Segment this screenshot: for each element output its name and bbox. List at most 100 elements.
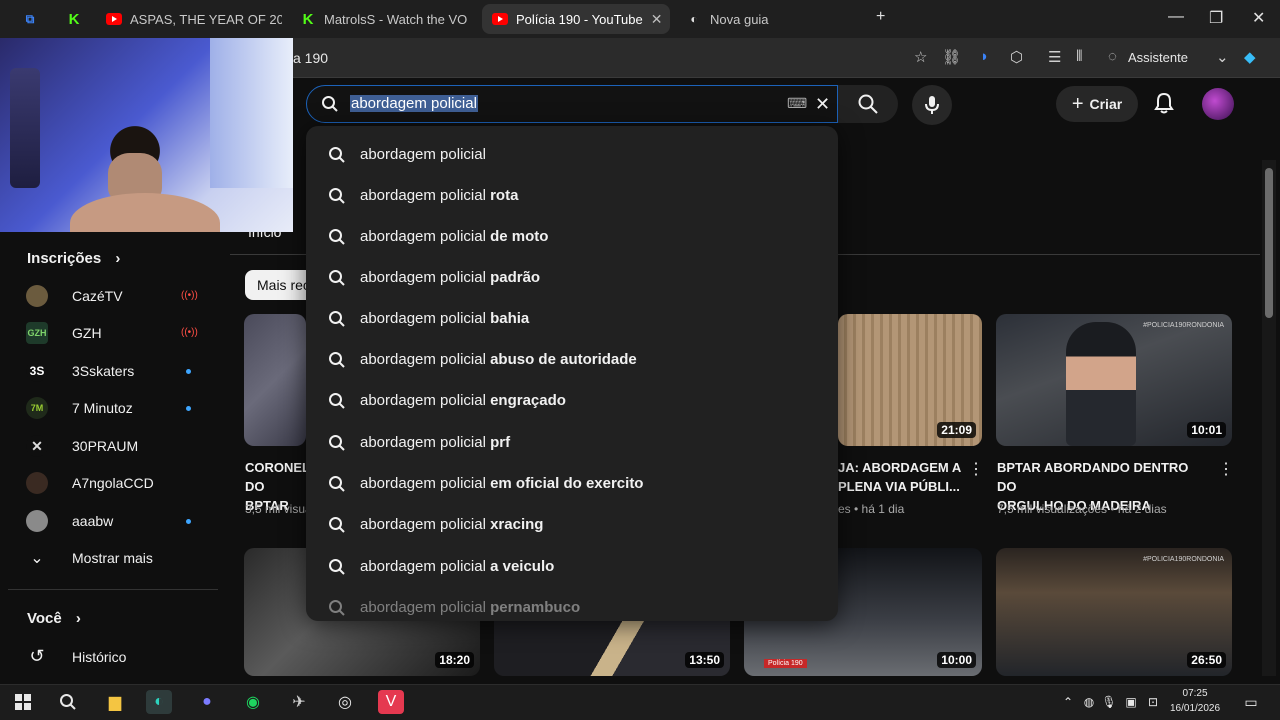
tab-kick-pinned[interactable]: K xyxy=(56,4,92,34)
audio-wave-icon[interactable]: ⦀ xyxy=(1076,48,1083,65)
new-tab-icon[interactable]: + xyxy=(876,8,885,26)
clear-search-icon[interactable]: ✕ xyxy=(815,94,830,115)
favorite-star-icon[interactable]: ☆ xyxy=(914,48,927,66)
close-window-icon[interactable]: ✕ xyxy=(1252,8,1265,28)
suggestion-completion: de moto xyxy=(485,228,549,245)
sidebar-item-3sskaters[interactable]: 3S 3Sskaters xyxy=(26,360,134,382)
taskbar-search-icon[interactable] xyxy=(55,690,81,714)
suggestion-item[interactable]: abordagem policial rota xyxy=(306,175,838,216)
restore-icon[interactable]: ❐ xyxy=(1209,8,1223,28)
discord-icon[interactable]: ● xyxy=(194,690,220,714)
close-tab-icon[interactable]: ✕ xyxy=(651,11,663,28)
suggestion-completion: a veiculo xyxy=(485,558,555,575)
spotify-icon[interactable]: ◉ xyxy=(240,690,266,714)
create-button[interactable]: + Criar xyxy=(1056,86,1138,122)
history-icon: ↺ xyxy=(29,646,45,666)
assistant-button[interactable]: Assistente xyxy=(1128,50,1188,65)
sidebar-item-aaabw[interactable]: aaabw xyxy=(26,510,113,532)
sidebar-subscriptions-header[interactable]: Inscrições › xyxy=(27,250,120,267)
suggestion-item[interactable]: abordagem policial xyxy=(306,134,838,175)
suggestion-query: abordagem policial xyxy=(360,228,486,245)
tab-edge-pinned[interactable]: ⧉ xyxy=(12,4,52,34)
sidebar-item-gzh[interactable]: GZH GZH xyxy=(26,322,102,344)
windows-start-icon[interactable] xyxy=(10,690,36,714)
suggestion-item[interactable]: abordagem policial de moto xyxy=(306,216,838,257)
game-app-icon[interactable]: ✈ xyxy=(286,690,312,714)
sidebar-item-7minutoz[interactable]: 7M 7 Minutoz xyxy=(26,397,133,419)
edge-icon: ⧉ xyxy=(25,11,35,26)
tab-aspas[interactable]: ASPAS, THE YEAR OF 20 xyxy=(96,4,282,34)
clock-date: 16/01/2026 xyxy=(1170,703,1221,714)
network-icon[interactable]: ⊡ xyxy=(1140,690,1166,714)
menu-lines-icon[interactable]: ☰ xyxy=(1048,48,1061,66)
search-button[interactable] xyxy=(838,85,898,123)
channel-name: A7ngolaCCD xyxy=(72,475,154,491)
video-thumbnail[interactable]: #POLICIA190RONDONIA 26:50 xyxy=(996,548,1232,676)
more-options-icon[interactable]: ⋮ xyxy=(968,459,984,479)
obs-icon[interactable]: ◎ xyxy=(332,690,358,714)
subscriptions-label: Inscrições xyxy=(27,250,102,267)
channel-avatar xyxy=(26,285,48,307)
suggestion-item[interactable]: abordagem policial prf xyxy=(306,422,838,463)
read-aloud-icon[interactable]: ◗ xyxy=(980,48,989,65)
live-icon: ((•)) xyxy=(181,290,198,301)
extensions-icon[interactable]: ⬡ xyxy=(1010,48,1023,66)
suggestion-item[interactable]: abordagem policial xracing xyxy=(306,504,838,545)
file-explorer-icon[interactable]: ▆ xyxy=(102,690,128,714)
video-duration: 13:50 xyxy=(685,652,724,668)
suggestion-item[interactable]: abordagem policial abuso de autoridade xyxy=(306,339,838,380)
suggestion-query: abordagem policial xyxy=(360,310,486,327)
tab-nova-guia[interactable]: ◐ Nova guia xyxy=(676,4,862,34)
link-icon[interactable]: ⛓ xyxy=(942,48,961,66)
video-thumbnail[interactable]: 21:09 xyxy=(838,314,982,446)
edge-browser-icon[interactable]: ◐ xyxy=(146,690,172,714)
notifications-icon[interactable]: ▭ xyxy=(1238,690,1264,714)
suggestion-item[interactable]: abordagem policial pernambuco xyxy=(306,587,838,621)
taskbar-clock[interactable]: 07:25 16/01/2026 xyxy=(1170,686,1220,716)
suggestion-query: abordagem policial xyxy=(360,516,486,533)
suggestion-item[interactable]: abordagem policial padrão xyxy=(306,257,838,298)
sidebar-you-header[interactable]: Você › xyxy=(27,610,81,627)
scrollbar-thumb[interactable] xyxy=(1265,168,1273,318)
sidebar-item-30praum[interactable]: ✕ 30PRAUM xyxy=(26,435,138,457)
suggestion-item[interactable]: abordagem policial bahia xyxy=(306,298,838,339)
minimize-icon[interactable]: — xyxy=(1168,8,1184,26)
sidebar-item-cazetv[interactable]: CazéTV xyxy=(26,285,123,307)
search-icon xyxy=(328,269,346,287)
channel-name: 30PRAUM xyxy=(72,438,139,454)
officer-figure xyxy=(1066,322,1136,446)
valorant-icon[interactable]: V xyxy=(378,690,404,714)
video-title[interactable]: JA: ABORDAGEM A PLENA VIA PÚBLI... xyxy=(838,458,968,496)
account-avatar[interactable] xyxy=(1202,88,1234,120)
suggestion-item[interactable]: abordagem policial engraçado xyxy=(306,380,838,421)
sidebar-divider xyxy=(8,589,218,590)
chevron-down-icon[interactable]: ⌄ xyxy=(1216,48,1229,66)
suggestion-query: abordagem policial xyxy=(360,558,486,575)
notifications-bell-icon[interactable] xyxy=(1154,92,1174,114)
address-bar-text[interactable]: a 190 xyxy=(293,50,328,66)
create-label: Criar xyxy=(1089,96,1123,112)
search-suggestions-dropdown: abordagem policial abordagem policial ro… xyxy=(306,126,838,621)
video-thumbnail[interactable] xyxy=(244,314,306,446)
tab-policia-190[interactable]: Polícia 190 - YouTube ✕ xyxy=(482,4,670,34)
assistant-icon: ◌ xyxy=(1108,48,1117,65)
copilot-icon[interactable]: ◆ xyxy=(1244,48,1256,66)
tab-matrolss[interactable]: K MatrolsS - Watch the VO xyxy=(290,4,476,34)
sidebar-item-history[interactable]: ↺ Histórico xyxy=(26,646,126,667)
suggestion-item[interactable]: abordagem policial a veiculo xyxy=(306,546,838,587)
channel-avatar: GZH xyxy=(26,322,48,344)
more-options-icon[interactable]: ⋮ xyxy=(1218,459,1234,479)
sidebar-item-a7ngolaccd[interactable]: A7ngolaCCD xyxy=(26,472,154,494)
video-thumbnail[interactable]: #POLICIA190RONDONIA 10:01 xyxy=(996,314,1232,446)
suggestion-item[interactable]: abordagem policial em oficial do exercit… xyxy=(306,463,838,504)
suggestion-query: abordagem policial xyxy=(360,434,486,451)
tab-label: MatrolsS - Watch the VO xyxy=(324,11,468,27)
sidebar-show-more[interactable]: ⌄ Mostrar mais xyxy=(26,548,153,568)
video-meta: es • há 1 dia xyxy=(838,502,905,516)
voice-search-button[interactable] xyxy=(912,85,952,125)
chevron-right-icon: › xyxy=(75,610,81,627)
keyboard-icon[interactable]: ⌨ xyxy=(787,95,807,112)
suggestion-query: abordagem policial xyxy=(360,187,486,204)
newtab-icon: ◐ xyxy=(690,12,698,26)
new-content-dot xyxy=(186,519,191,524)
